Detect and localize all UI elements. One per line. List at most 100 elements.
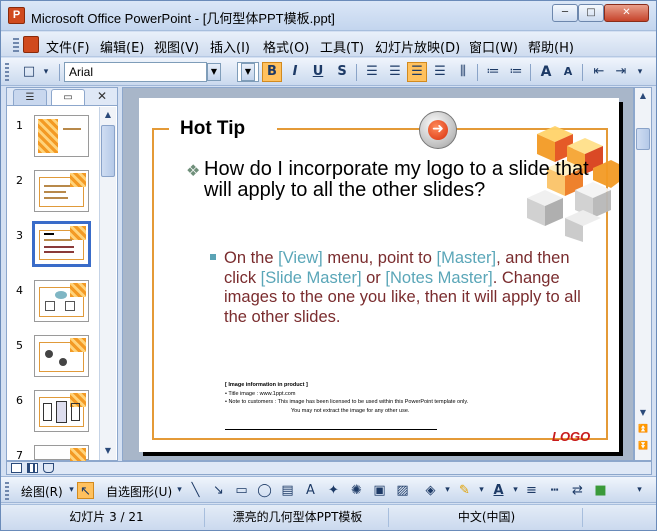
scroll-up-icon[interactable]: ▲	[101, 108, 115, 122]
arrow-style-icon[interactable]: ⇄	[569, 482, 586, 499]
toolbar-grip[interactable]	[5, 482, 9, 500]
slide-thumbnail[interactable]	[34, 280, 89, 322]
dash-style-icon[interactable]: ┅	[546, 482, 563, 499]
align-right-icon[interactable]: ☰	[407, 62, 427, 82]
maximize-button[interactable]: □	[578, 4, 604, 22]
slide-thumbnail[interactable]	[34, 445, 89, 462]
underline-button[interactable]: U	[308, 62, 328, 82]
align-center-icon[interactable]: ☰	[385, 62, 405, 82]
logo-text[interactable]: LOGO	[552, 429, 590, 444]
shadow-style-icon[interactable]: ■	[592, 482, 609, 499]
bullets-icon[interactable]: ≔	[506, 62, 526, 82]
clipart-icon[interactable]: ✺	[348, 482, 365, 499]
slide-thumbnail[interactable]	[34, 115, 89, 157]
menu-tools[interactable]: 工具(T)	[320, 37, 364, 56]
menu-insert[interactable]: 插入(I)	[210, 37, 250, 56]
toolbar-options-icon[interactable]: ▾	[633, 62, 647, 82]
outline-tab[interactable]: ☰	[13, 89, 47, 105]
dropdown-icon[interactable]: ▾	[507, 482, 524, 499]
thumb-graphic	[71, 403, 80, 421]
font-dropdown-icon[interactable]: ▼	[207, 63, 221, 81]
pane-close-icon[interactable]: ✕	[97, 89, 107, 103]
dropdown-icon[interactable]: ▾	[439, 482, 456, 499]
slide-thumbnail[interactable]	[34, 390, 89, 432]
slides-pane: ☰ ▭ ✕ 1 2 3 4 5 6 7 ▲ ▼	[6, 87, 118, 462]
decrease-indent-icon[interactable]: ⇤	[589, 62, 609, 82]
slide-sorter-icon[interactable]	[27, 463, 38, 473]
question-text[interactable]: How do I incorporate my logo to a slide …	[204, 159, 600, 201]
close-button[interactable]: ✕	[604, 4, 649, 22]
next-slide-icon[interactable]: ⏬	[636, 439, 650, 453]
slide-thumbnail-selected[interactable]	[32, 221, 91, 267]
toolbar-grip[interactable]	[5, 63, 9, 81]
menu-file[interactable]: 文件(F)	[46, 37, 90, 56]
slide-number: 4	[16, 284, 23, 297]
minimize-button[interactable]: ─	[552, 4, 578, 22]
textbox-icon[interactable]: ▤	[279, 482, 296, 499]
scroll-down-icon[interactable]: ▼	[101, 444, 115, 458]
document-icon[interactable]	[23, 36, 39, 53]
toolbar-options-icon[interactable]: ▾	[631, 482, 648, 499]
scroll-thumb[interactable]	[101, 125, 115, 177]
draw-menu-button[interactable]: 绘图(R)	[21, 483, 63, 500]
line-style-icon[interactable]: ≡	[523, 482, 540, 499]
pane-scrollbar[interactable]: ▲ ▼	[99, 107, 116, 460]
slide-scrollbar[interactable]: ▲ ▼ ⏫ ⏬	[634, 87, 652, 461]
numbering-icon[interactable]: ≔	[483, 62, 503, 82]
fill-color-icon[interactable]: ◈	[422, 482, 439, 499]
shrink-font-button[interactable]: A	[558, 62, 578, 82]
size-dropdown-icon[interactable]: ▼	[241, 63, 255, 81]
dropdown-icon[interactable]: ▾	[473, 482, 490, 499]
distribute-icon[interactable]: ☰	[430, 62, 450, 82]
slides-tab[interactable]: ▭	[51, 89, 85, 105]
answer-text[interactable]: On the [View] menu, point to [Master], a…	[224, 249, 604, 327]
new-document-icon[interactable]: □	[19, 62, 39, 82]
answer-highlight: [Master]	[436, 249, 497, 267]
slide-thumbnail[interactable]	[34, 335, 89, 377]
scroll-down-icon[interactable]: ▼	[636, 406, 650, 420]
next-arrow-button[interactable]: ➜	[419, 111, 457, 149]
current-slide[interactable]: Hot Tip ➜ ❖ How do I incorporate my logo…	[139, 98, 619, 452]
menu-slideshow[interactable]: 幻灯片放映(D)	[375, 37, 460, 56]
font-name-select[interactable]: Arial	[64, 62, 207, 82]
autoshapes-button[interactable]: 自选图形(U)	[106, 483, 172, 500]
toolbar-options-icon[interactable]: ▾	[39, 62, 53, 82]
menu-help[interactable]: 帮助(H)	[528, 37, 574, 56]
slide-heading[interactable]: Hot Tip	[180, 118, 245, 140]
font-color-icon[interactable]: A	[490, 482, 507, 499]
powerpoint-icon[interactable]: P	[8, 7, 25, 24]
columns-icon[interactable]: ⫼	[453, 62, 473, 82]
rectangle-icon[interactable]: ▭	[233, 482, 250, 499]
grow-font-button[interactable]: A	[536, 62, 556, 82]
line-color-icon[interactable]: ✎	[456, 482, 473, 499]
image-info-block[interactable]: [ Image information in product ] • Title…	[225, 381, 468, 415]
slideshow-icon[interactable]	[43, 463, 54, 473]
formatting-toolbar: □ ▾ Arial ▼ 18 ▼ B I U S ☰ ☰ ☰ ☰ ⫼ ≔ ≔ A…	[1, 58, 656, 86]
menu-view[interactable]: 视图(V)	[154, 37, 199, 56]
arrow-icon[interactable]: ↘	[210, 482, 227, 499]
picture-icon[interactable]: ▣	[371, 482, 388, 499]
wordart-icon[interactable]: A	[302, 482, 319, 499]
normal-view-icon[interactable]	[11, 463, 22, 473]
bold-button[interactable]: B	[262, 62, 282, 82]
oval-icon[interactable]: ◯	[256, 482, 273, 499]
dropdown-icon[interactable]: ▾	[171, 482, 188, 499]
italic-button[interactable]: I	[285, 62, 305, 82]
previous-slide-icon[interactable]: ⏫	[636, 422, 650, 436]
diagram-icon[interactable]: ✦	[325, 482, 342, 499]
image-icon[interactable]: ▨	[394, 482, 411, 499]
menu-format[interactable]: 格式(O)	[263, 37, 309, 56]
separator	[477, 64, 478, 81]
select-pointer-icon[interactable]: ↖	[77, 482, 94, 499]
slide-number: 2	[16, 174, 23, 187]
slide-thumbnail[interactable]	[34, 170, 89, 212]
toolbar-grip[interactable]	[13, 38, 19, 52]
increase-indent-icon[interactable]: ⇥	[611, 62, 631, 82]
align-left-icon[interactable]: ☰	[362, 62, 382, 82]
line-icon[interactable]: ╲	[187, 482, 204, 499]
menu-window[interactable]: 窗口(W)	[469, 37, 518, 56]
menu-edit[interactable]: 编辑(E)	[100, 37, 144, 56]
shadow-button[interactable]: S	[332, 62, 352, 82]
scroll-thumb[interactable]	[636, 128, 650, 150]
scroll-up-icon[interactable]: ▲	[636, 89, 650, 103]
